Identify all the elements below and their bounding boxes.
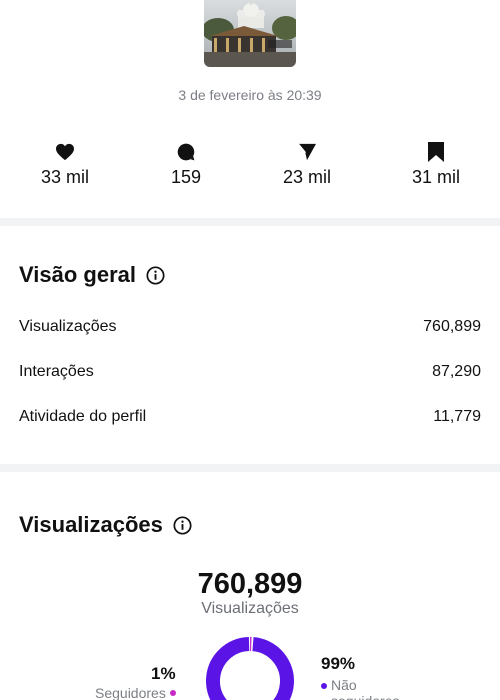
heart-icon	[15, 140, 115, 164]
row-value: 760,899	[423, 318, 481, 335]
post-card: 3 de fevereiro às 20:39 33 mil 159 23 mi…	[0, 0, 500, 218]
views-donut-chart	[206, 637, 294, 700]
saves-count: 31 mil	[411, 167, 460, 187]
send-icon	[257, 140, 357, 164]
row-value: 87,290	[432, 363, 481, 380]
likes-stat[interactable]: 33 mil	[15, 140, 115, 188]
views-title-text: Visualizações	[19, 512, 163, 537]
row-label: Interações	[19, 363, 94, 380]
overview-title: Visão geral	[19, 262, 165, 288]
comments-count: 159	[170, 167, 202, 187]
post-thumbnail[interactable]	[204, 0, 296, 67]
nonfollowers-legend: Não seguidores	[321, 677, 421, 700]
nonfollowers-legend-label: Não seguidores	[331, 677, 400, 700]
row-label: Atividade do perfil	[19, 408, 147, 425]
nonfollowers-percent: 99%	[321, 654, 356, 673]
post-date: 3 de fevereiro às 20:39	[178, 87, 322, 103]
row-label: Visualizações	[19, 318, 117, 335]
nonfollowers-dot	[321, 683, 327, 689]
followers-legend: Seguidores	[95, 685, 176, 700]
overview-card: Visão geral Visualizações 760,899 Intera…	[0, 226, 500, 464]
views-total-label: Visualizações	[201, 600, 299, 617]
comments-stat[interactable]: 159	[136, 140, 236, 188]
overview-row-profile-activity[interactable]: Atividade do perfil 11,779	[19, 408, 481, 426]
followers-legend-label: Seguidores	[95, 685, 166, 700]
overview-row-views[interactable]: Visualizações 760,899	[19, 318, 481, 336]
saves-stat[interactable]: 31 mil	[386, 140, 486, 188]
info-icon[interactable]	[173, 515, 192, 535]
shares-stat[interactable]: 23 mil	[257, 140, 357, 188]
info-icon[interactable]	[146, 265, 165, 285]
bookmark-icon	[386, 140, 486, 164]
followers-percent: 1%	[151, 664, 176, 683]
overview-title-text: Visão geral	[19, 262, 136, 287]
shares-count: 23 mil	[282, 167, 331, 187]
overview-row-interactions[interactable]: Interações 87,290	[19, 363, 481, 381]
row-value: 11,779	[433, 408, 481, 425]
views-title: Visualizações	[19, 512, 192, 538]
comment-icon	[136, 140, 236, 164]
views-total: 760,899	[197, 568, 303, 600]
followers-dot	[169, 690, 176, 696]
views-card: Visualizações 760,899 Visualizações 1% S…	[0, 472, 500, 700]
likes-count: 33 mil	[40, 167, 89, 187]
